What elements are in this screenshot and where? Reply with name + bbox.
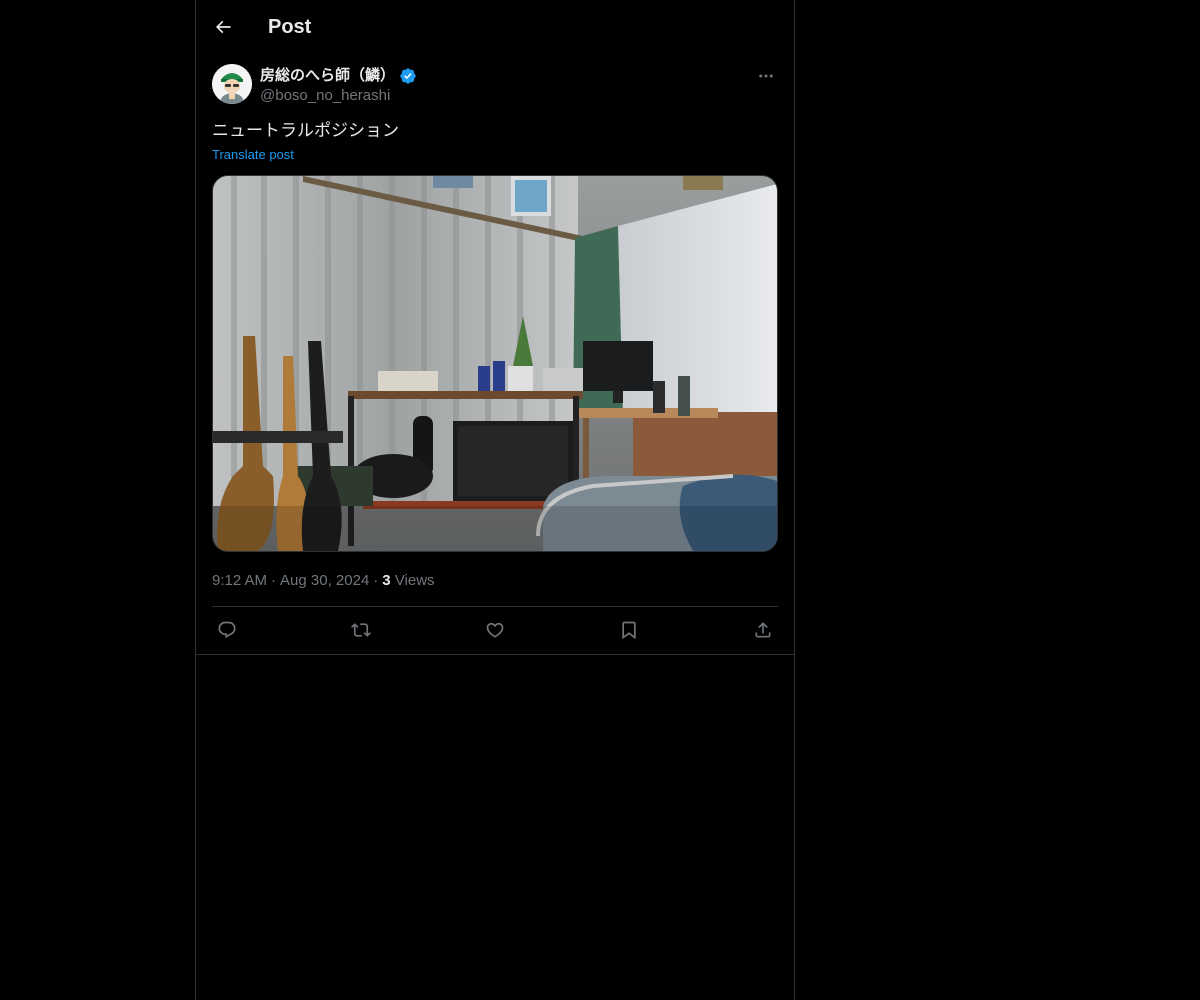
like-button[interactable]: [480, 617, 510, 643]
author-name[interactable]: 房総のへら師（鱗）: [260, 66, 417, 86]
share-button[interactable]: [748, 617, 778, 643]
post-image[interactable]: [212, 175, 778, 552]
post: 房総のへら師（鱗） @boso_no_herashi ニュートラルポジション T…: [212, 64, 778, 640]
reply-icon: [217, 620, 237, 640]
room-photo: [213, 176, 777, 551]
share-icon: [753, 620, 773, 640]
post-text: ニュートラルポジション: [212, 121, 399, 141]
separator: ·: [271, 572, 277, 589]
verified-badge-icon: [399, 67, 417, 85]
more-horizontal-icon: [757, 67, 775, 85]
action-bar: [212, 617, 778, 643]
back-button[interactable]: [206, 10, 240, 44]
repost-button[interactable]: [346, 617, 376, 643]
post-time[interactable]: 9:12 AM: [212, 572, 267, 589]
author-name-text: 房総のへら師（鱗）: [260, 67, 396, 84]
page-header: Post: [196, 0, 794, 53]
post-bottom-border: [196, 654, 794, 655]
author-row: 房総のへら師（鱗） @boso_no_herashi: [212, 64, 778, 108]
bookmark-button[interactable]: [614, 617, 644, 643]
more-options-button[interactable]: [754, 64, 778, 88]
bookmark-icon: [619, 620, 639, 640]
page-title: Post: [268, 16, 312, 38]
heart-icon: [485, 620, 505, 640]
views-count: 3: [382, 572, 391, 589]
post-date[interactable]: Aug 30, 2024: [280, 572, 369, 589]
reply-button[interactable]: [212, 617, 242, 643]
separator: ·: [373, 572, 379, 589]
translate-post-link[interactable]: Translate post: [212, 146, 294, 164]
avatar[interactable]: [212, 64, 252, 104]
author-handle[interactable]: @boso_no_herashi: [260, 86, 390, 106]
divider: [212, 606, 778, 607]
post-column: Post 房総のへら師（鱗） @boso_no_herashi ニュートラルポジ…: [195, 0, 795, 1000]
arrow-left-icon: [213, 17, 233, 37]
repost-icon: [351, 620, 371, 640]
post-meta: 9:12 AM · Aug 30, 2024 · 3 Views: [212, 571, 435, 591]
views-label: Views: [394, 572, 435, 589]
